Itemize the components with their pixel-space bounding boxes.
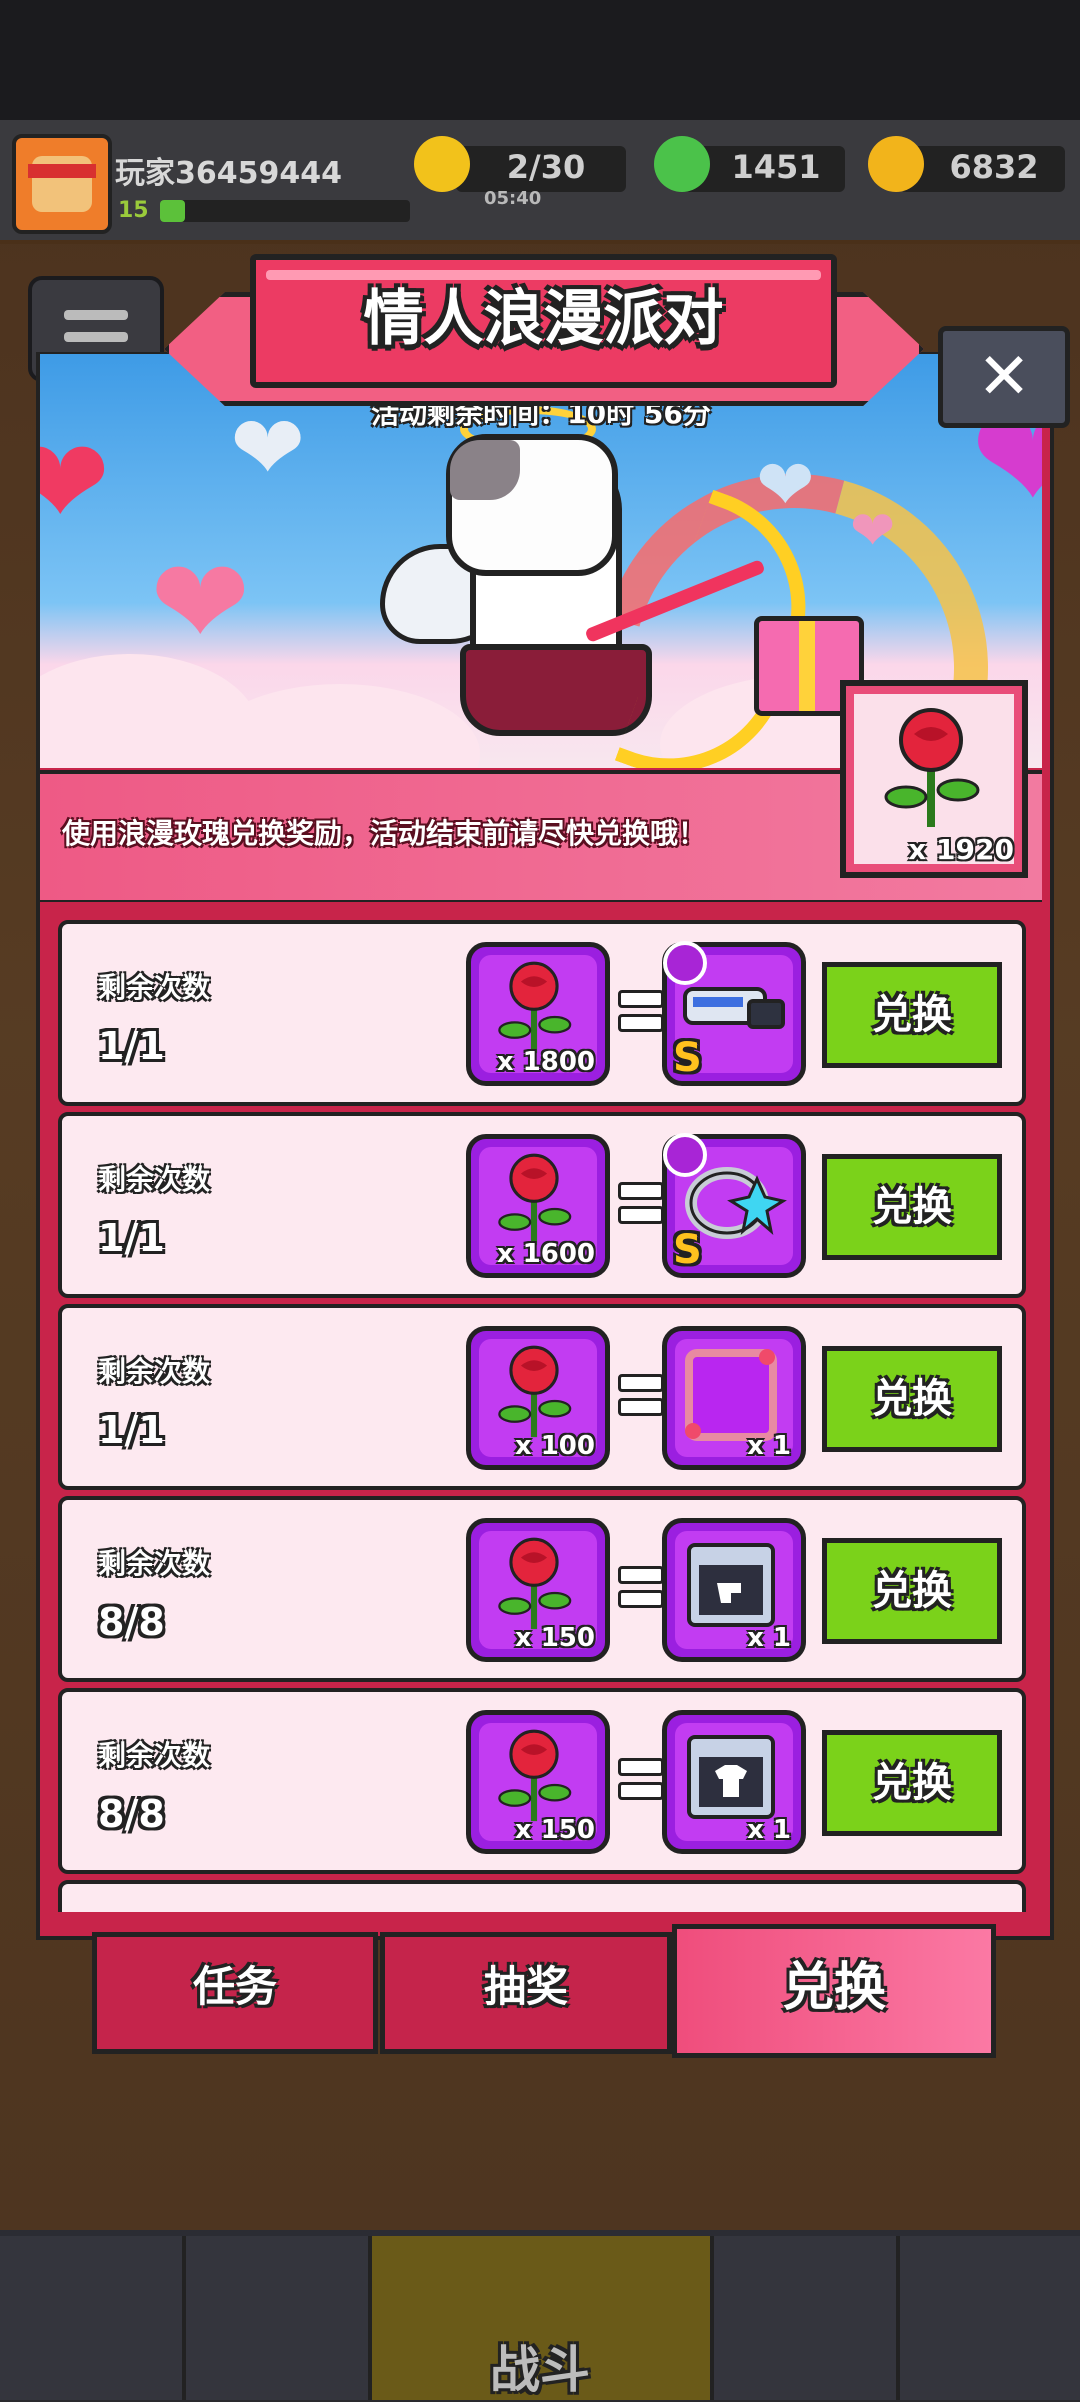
- cost-amount: x 150: [514, 1623, 595, 1653]
- equals-icon: [618, 1182, 664, 1226]
- exchange-row: 剩余次数 8/8 x 150 x 1 兑换: [58, 1688, 1026, 1874]
- cost-amount: x 100: [514, 1431, 595, 1461]
- remaining-label: 剩余次数: [98, 1163, 211, 1196]
- tab-tasks[interactable]: 任务: [92, 1932, 378, 2054]
- heart-icon: ❤: [850, 499, 896, 562]
- menu-icon-line: [64, 310, 128, 320]
- heart-icon: ❤: [150, 534, 251, 673]
- equals-icon: [618, 1758, 664, 1802]
- remaining-count: 1/1: [98, 1024, 165, 1068]
- cat-patch: [450, 440, 520, 500]
- reward-slot[interactable]: x 1: [662, 1326, 806, 1470]
- nav-evolution[interactable]: [900, 2236, 1080, 2400]
- player-level: 15: [118, 198, 149, 223]
- exchange-row-partial: [58, 1880, 1026, 1912]
- cost-amount: x 1600: [496, 1239, 595, 1269]
- remaining-count: 8/8: [98, 1792, 165, 1836]
- exchange-row: 剩余次数 1/1 x 100 x 1 兑换: [58, 1304, 1026, 1490]
- exchange-button[interactable]: 兑换: [822, 1538, 1002, 1644]
- system-status-bar: [0, 0, 1080, 120]
- energy-icon: [414, 136, 470, 192]
- cat-skirt: [460, 644, 652, 736]
- remaining-count: 1/1: [98, 1408, 165, 1452]
- remaining-label: 剩余次数: [98, 1739, 211, 1772]
- equals-icon: [618, 1566, 664, 1610]
- exchange-button[interactable]: 兑换: [822, 962, 1002, 1068]
- remaining-label: 剩余次数: [98, 1355, 211, 1388]
- event-title: 情人浪漫派对: [363, 284, 724, 354]
- xp-bar-fill: [160, 200, 185, 222]
- reward-slot[interactable]: S: [662, 941, 806, 1086]
- equals-icon: [618, 1374, 664, 1418]
- gem-value: 1451: [731, 148, 821, 186]
- cost-slot: x 100: [466, 1326, 610, 1470]
- nav-equipment[interactable]: [186, 2236, 372, 2400]
- remaining-label: 剩余次数: [98, 971, 211, 1004]
- exchange-row: 剩余次数 1/1 x 1800 S 兑换: [58, 920, 1026, 1106]
- coin-value: 6832: [949, 148, 1039, 186]
- rose-icon: [884, 708, 980, 827]
- coin-icon: [868, 136, 924, 192]
- category-badge-icon: [663, 941, 707, 985]
- cost-slot: x 150: [466, 1518, 610, 1662]
- energy-timer: 05:40: [484, 188, 542, 209]
- exchange-button[interactable]: 兑换: [822, 1346, 1002, 1452]
- cost-amount: x 150: [514, 1815, 595, 1845]
- cost-slot: x 1600: [466, 1134, 610, 1278]
- player-name: 玩家36459444: [115, 156, 342, 191]
- tab-exchange[interactable]: 兑换: [672, 1924, 996, 2058]
- exchange-button[interactable]: 兑换: [822, 1730, 1002, 1836]
- gem-icon: [654, 136, 710, 192]
- remaining-label: 剩余次数: [98, 1547, 211, 1580]
- remaining-count: 8/8: [98, 1600, 165, 1644]
- nav-shop[interactable]: [0, 2236, 186, 2400]
- heart-icon: ❤: [40, 414, 111, 553]
- cost-amount: x 1800: [496, 1047, 595, 1077]
- rose-balance: x 1920: [908, 833, 1014, 866]
- reward-amount: x 1: [747, 1623, 791, 1653]
- rank-label: S: [673, 1227, 702, 1273]
- reward-slot[interactable]: x 1: [662, 1710, 806, 1854]
- tab-lottery[interactable]: 抽奖: [380, 1932, 672, 2054]
- exchange-list[interactable]: 剩余次数 1/1 x 1800 S 兑换 剩余次数 1/1 x 1600 S 兑换 剩余次数 1/1 x…: [40, 902, 1042, 1912]
- remaining-count: 1/1: [98, 1216, 165, 1260]
- exchange-button[interactable]: 兑换: [822, 1154, 1002, 1260]
- event-info-text: 使用浪漫玫瑰兑换奖励，活动结束前请尽快兑换哦！: [62, 817, 707, 850]
- nav-talent[interactable]: [714, 2236, 900, 2400]
- nav-battle-label: 战斗: [490, 2341, 590, 2399]
- category-badge-icon: [663, 1133, 707, 1177]
- equals-icon: [618, 990, 664, 1034]
- reward-amount: x 1: [747, 1431, 791, 1461]
- player-avatar[interactable]: [12, 134, 112, 234]
- menu-icon-line: [64, 332, 128, 342]
- reward-slot[interactable]: x 1: [662, 1518, 806, 1662]
- rank-label: S: [673, 1035, 702, 1081]
- rose-balance-card[interactable]: x 1920: [840, 680, 1028, 878]
- exchange-row: 剩余次数 8/8 x 150 x 1 兑换: [58, 1496, 1026, 1682]
- energy-value: 2/30: [506, 148, 586, 186]
- exchange-row: 剩余次数 1/1 x 1600 S 兑换: [58, 1112, 1026, 1298]
- gift-ribbon: [799, 621, 815, 711]
- avatar-headband: [28, 164, 96, 178]
- reward-slot[interactable]: S: [662, 1133, 806, 1278]
- cost-slot: x 1800: [466, 942, 610, 1086]
- close-button[interactable]: ✕: [938, 326, 1070, 428]
- reward-amount: x 1: [747, 1815, 791, 1845]
- heart-icon: ❤: [756, 444, 815, 526]
- xp-bar: [160, 200, 410, 222]
- cost-slot: x 150: [466, 1710, 610, 1854]
